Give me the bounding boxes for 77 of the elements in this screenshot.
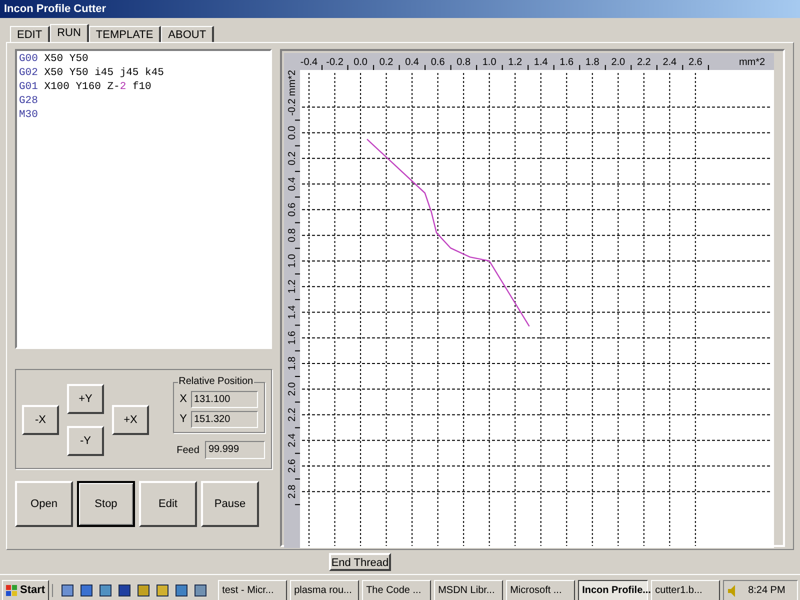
y-tick-label: 2.0 <box>286 382 298 396</box>
y-axis-label: mm*2 <box>286 70 298 96</box>
y-tick-label: 2.8 <box>286 484 298 499</box>
clock: 8:24 PM <box>748 584 786 598</box>
action-button[interactable]: Stop <box>77 481 135 527</box>
x-tick-label: 2.2 <box>636 57 650 68</box>
x-tick-label: 2.6 <box>688 57 702 68</box>
x-tick-label: 2.4 <box>662 57 676 68</box>
y-tick-label: 1.2 <box>286 280 298 294</box>
y-position-field[interactable]: 151.320 <box>190 411 258 428</box>
x-tick-label: 2.0 <box>610 57 625 68</box>
taskbar-task[interactable]: The Code ... <box>362 580 432 600</box>
y-tick-label: 0.8 <box>286 228 298 242</box>
taskbar-task[interactable]: Microsoft ... <box>506 580 576 600</box>
code-line: G28 <box>19 94 38 108</box>
x-axis-label: mm*2 <box>738 57 765 68</box>
windows-flag-icon <box>6 584 18 596</box>
y-tick-label: 0.2 <box>286 151 298 166</box>
quick-launch-icon[interactable] <box>137 584 150 597</box>
jog-minus-x-button[interactable]: -X <box>22 405 59 435</box>
y-tick-label: -0.2 <box>286 98 298 116</box>
y-tick-label: 2.6 <box>286 459 298 473</box>
jog-minus-y-button[interactable]: -Y <box>67 426 104 456</box>
y-tick-label: 0.0 <box>286 126 298 140</box>
x-tick-label: -0.2 <box>326 57 344 68</box>
taskbar-task[interactable]: test - Micr... <box>218 580 288 600</box>
quick-launch-icon[interactable] <box>99 584 112 597</box>
tab[interactable]: TEMPLATE <box>88 26 162 42</box>
quick-launch-icon[interactable] <box>175 584 188 597</box>
y-tick-label: 2.2 <box>286 408 298 422</box>
tab[interactable]: RUN <box>50 24 89 42</box>
y-tick-label: 1.0 <box>286 254 298 268</box>
quick-launch-icon[interactable] <box>194 584 208 597</box>
jog-plus-y-button[interactable]: +Y <box>67 384 104 414</box>
x-tick-label: 1.6 <box>559 57 574 68</box>
x-tick-label: 1.2 <box>508 57 522 68</box>
quick-launch-icon[interactable] <box>80 584 94 597</box>
y-label: Y <box>180 412 187 428</box>
quick-launch-icon[interactable] <box>156 584 170 597</box>
y-tick-label: 1.6 <box>286 330 298 345</box>
x-position-field[interactable]: 131.100 <box>190 391 258 408</box>
x-tick-label: 0.8 <box>456 57 470 68</box>
x-tick-label: 1.8 <box>585 57 599 68</box>
y-tick-label: 0.4 <box>286 177 298 191</box>
code-line: G00 X50 Y50 <box>19 52 88 66</box>
code-editor[interactable]: G00 X50 Y50 G02 X50 Y50 i45 j45 k45 G01 X100 Y160 Z-2 f10 G28 M30 <box>15 49 272 349</box>
title-bar: Incon Profile Cutter <box>0 0 800 18</box>
start-button[interactable]: Start <box>2 580 50 600</box>
y-tick-label: 2.4 <box>286 433 298 448</box>
tab[interactable]: ABOUT <box>161 26 214 42</box>
code-line: G02 X50 Y50 i45 j45 k45 <box>19 66 164 80</box>
quick-launch-icon[interactable] <box>61 584 74 597</box>
taskbar-task[interactable]: cutter1.b... <box>651 580 720 600</box>
taskbar-task[interactable]: plasma rou... <box>290 580 360 600</box>
y-tick-label: 1.4 <box>286 305 298 320</box>
feed-field[interactable]: 99.999 <box>205 441 265 459</box>
code-line: M30 <box>19 108 38 122</box>
x-label: X <box>180 392 187 408</box>
jog-plus-x-button[interactable]: +X <box>112 405 149 435</box>
x-tick-label: 0.6 <box>430 57 444 68</box>
action-button[interactable]: Pause <box>201 481 259 527</box>
x-tick-label: 0.0 <box>353 57 368 68</box>
action-button[interactable]: Edit <box>139 481 197 527</box>
x-tick-label: 0.2 <box>378 57 393 68</box>
x-tick-label: -0.4 <box>300 57 318 68</box>
taskbar-task[interactable]: MSDN Libr... <box>434 580 504 600</box>
feed-label: Feed <box>176 444 200 458</box>
code-line: G01 X100 Y160 Z-2 f10 <box>19 80 152 94</box>
taskbar-task[interactable]: Incon Profile... <box>578 580 648 600</box>
x-tick-label: 1.0 <box>482 57 496 68</box>
action-button[interactable]: Open <box>15 481 73 527</box>
x-tick-label: 1.4 <box>534 57 548 68</box>
y-tick-label: 1.8 <box>286 356 298 370</box>
quick-launch-icon[interactable] <box>118 584 132 597</box>
end-thread-button[interactable]: End Thread <box>329 553 391 571</box>
x-tick-label: 0.4 <box>404 57 419 68</box>
y-tick-label: 0.6 <box>286 202 298 217</box>
